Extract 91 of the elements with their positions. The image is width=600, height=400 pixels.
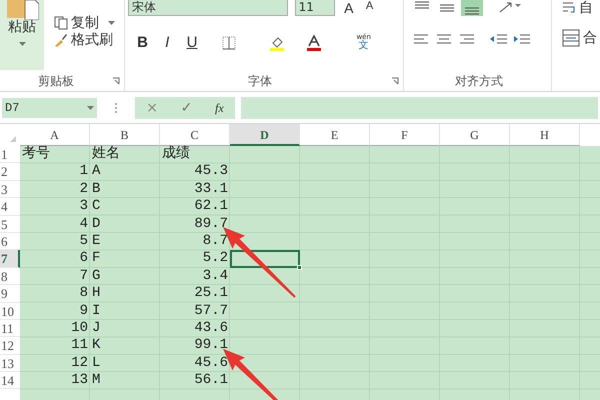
table-cell-text: 11 <box>70 337 89 355</box>
table-cell-text: D <box>91 216 102 233</box>
row-header[interactable]: 5 <box>0 216 20 233</box>
insert-function-button[interactable]: fx <box>212 102 227 114</box>
underline-button[interactable]: U <box>184 35 200 50</box>
copy-icon <box>54 16 68 30</box>
group-label: 字体 <box>246 73 273 90</box>
table-cell-text: 4 <box>78 216 89 233</box>
table-cell-text: F <box>91 250 102 268</box>
table-cell-text: 10 <box>70 320 89 338</box>
paste-button[interactable]: 粘贴 <box>0 0 44 70</box>
table-cell-text: E <box>91 232 102 250</box>
fill-handle[interactable] <box>297 264 302 270</box>
merge-icon <box>562 29 580 47</box>
column-header[interactable]: H <box>510 124 580 146</box>
increase-indent-icon[interactable] <box>512 32 532 46</box>
table-cell-text: M <box>91 372 102 390</box>
table-cell-text: 56.1 <box>193 372 229 390</box>
column-header[interactable]: G <box>440 124 510 146</box>
caret-icon[interactable] <box>87 106 94 110</box>
decrease-indent-icon[interactable] <box>488 32 509 46</box>
table-cell-text: 2 <box>78 180 89 198</box>
table-cell-text: 57.7 <box>193 302 229 320</box>
row-header[interactable]: 10 <box>0 302 20 320</box>
dialog-launcher-icon[interactable] <box>391 77 400 85</box>
font-color-icon[interactable] <box>306 34 322 50</box>
table-cell-text: 8 <box>78 285 89 303</box>
table-cell-text: 姓名 <box>91 146 121 164</box>
table-cell-text: 9 <box>78 302 89 320</box>
table-cell-text: I <box>91 302 102 320</box>
copy-button[interactable]: 复制 <box>50 16 102 30</box>
format-painter-button[interactable]: 格式刷 <box>50 33 116 48</box>
table-cell-text: 5.2 <box>202 250 229 268</box>
table-cell-text: 成绩 <box>161 146 191 164</box>
bold-button[interactable]: B <box>134 35 151 50</box>
table-cell-text: 12 <box>70 354 89 372</box>
formula-input[interactable] <box>241 96 598 118</box>
table-cell-text: K <box>91 337 102 355</box>
table-cell-text: 33.1 <box>193 180 229 198</box>
wrap-text-button[interactable]: 自 <box>558 0 600 15</box>
italic-button[interactable]: I <box>162 35 172 50</box>
group-label: 对齐方式 <box>454 73 504 90</box>
table-cell-text: 45.3 <box>193 163 229 181</box>
borders-icon[interactable] <box>222 36 236 50</box>
table-cell-text: 45.6 <box>193 354 229 372</box>
table-cell-text: L <box>91 354 102 372</box>
table-cell-text: 62.1 <box>193 198 229 216</box>
row-header[interactable]: 13 <box>0 354 20 372</box>
table-cell-text: 99.1 <box>193 337 229 355</box>
shrink-font-button[interactable]: A <box>362 0 376 12</box>
row-header[interactable]: 8 <box>0 268 20 286</box>
table-cell-text: 6 <box>78 250 89 268</box>
column-header[interactable]: A <box>20 124 90 146</box>
font-size-field[interactable]: 11 <box>294 0 335 16</box>
column-header[interactable]: C <box>160 124 230 146</box>
table-cell-text: 1 <box>78 163 89 181</box>
table-cell-text: 8.7 <box>202 232 229 250</box>
table-cell-text: 考号 <box>21 146 51 164</box>
name-box[interactable]: D7 <box>2 98 97 118</box>
clipboard-icon <box>5 0 39 20</box>
column-header[interactable]: D <box>230 124 300 146</box>
caret-icon[interactable] <box>108 21 116 25</box>
table-cell-text: C <box>91 198 102 216</box>
table-cell-text: A <box>91 163 102 181</box>
table-cell-text: G <box>91 268 102 286</box>
table-cell-text: 25.1 <box>193 285 229 303</box>
table-cell-text: 3 <box>78 198 89 216</box>
table-cell-text: 7 <box>78 268 89 286</box>
table-cell-text: J <box>91 320 102 338</box>
align-bottom-icon[interactable] <box>461 0 484 16</box>
caret-icon[interactable] <box>18 42 26 46</box>
table-cell-text: 89.7 <box>193 216 229 233</box>
table-cell-text: 43.6 <box>193 320 229 338</box>
dialog-launcher-icon[interactable] <box>112 77 120 85</box>
column-header[interactable]: B <box>90 124 160 146</box>
table-cell-text: 5 <box>78 232 89 250</box>
font-name-field[interactable]: 宋体 <box>128 0 288 16</box>
group-label: 剪贴板 <box>36 73 75 90</box>
drag-handle-icon[interactable] <box>113 100 119 114</box>
wrap-text-icon <box>562 1 576 15</box>
table-cell-text: H <box>91 285 102 303</box>
fill-color-icon[interactable] <box>268 34 285 50</box>
column-header[interactable]: F <box>370 124 440 146</box>
row-header[interactable]: 7 <box>0 250 20 268</box>
grow-font-button[interactable]: A <box>341 0 356 15</box>
table-cell-text: 3.4 <box>202 268 229 286</box>
merge-button[interactable]: 合 <box>558 29 600 47</box>
column-header[interactable]: E <box>300 124 370 146</box>
table-cell-text: 13 <box>70 372 89 390</box>
table-cell-text: B <box>91 180 102 198</box>
paintbrush-icon <box>54 33 68 48</box>
